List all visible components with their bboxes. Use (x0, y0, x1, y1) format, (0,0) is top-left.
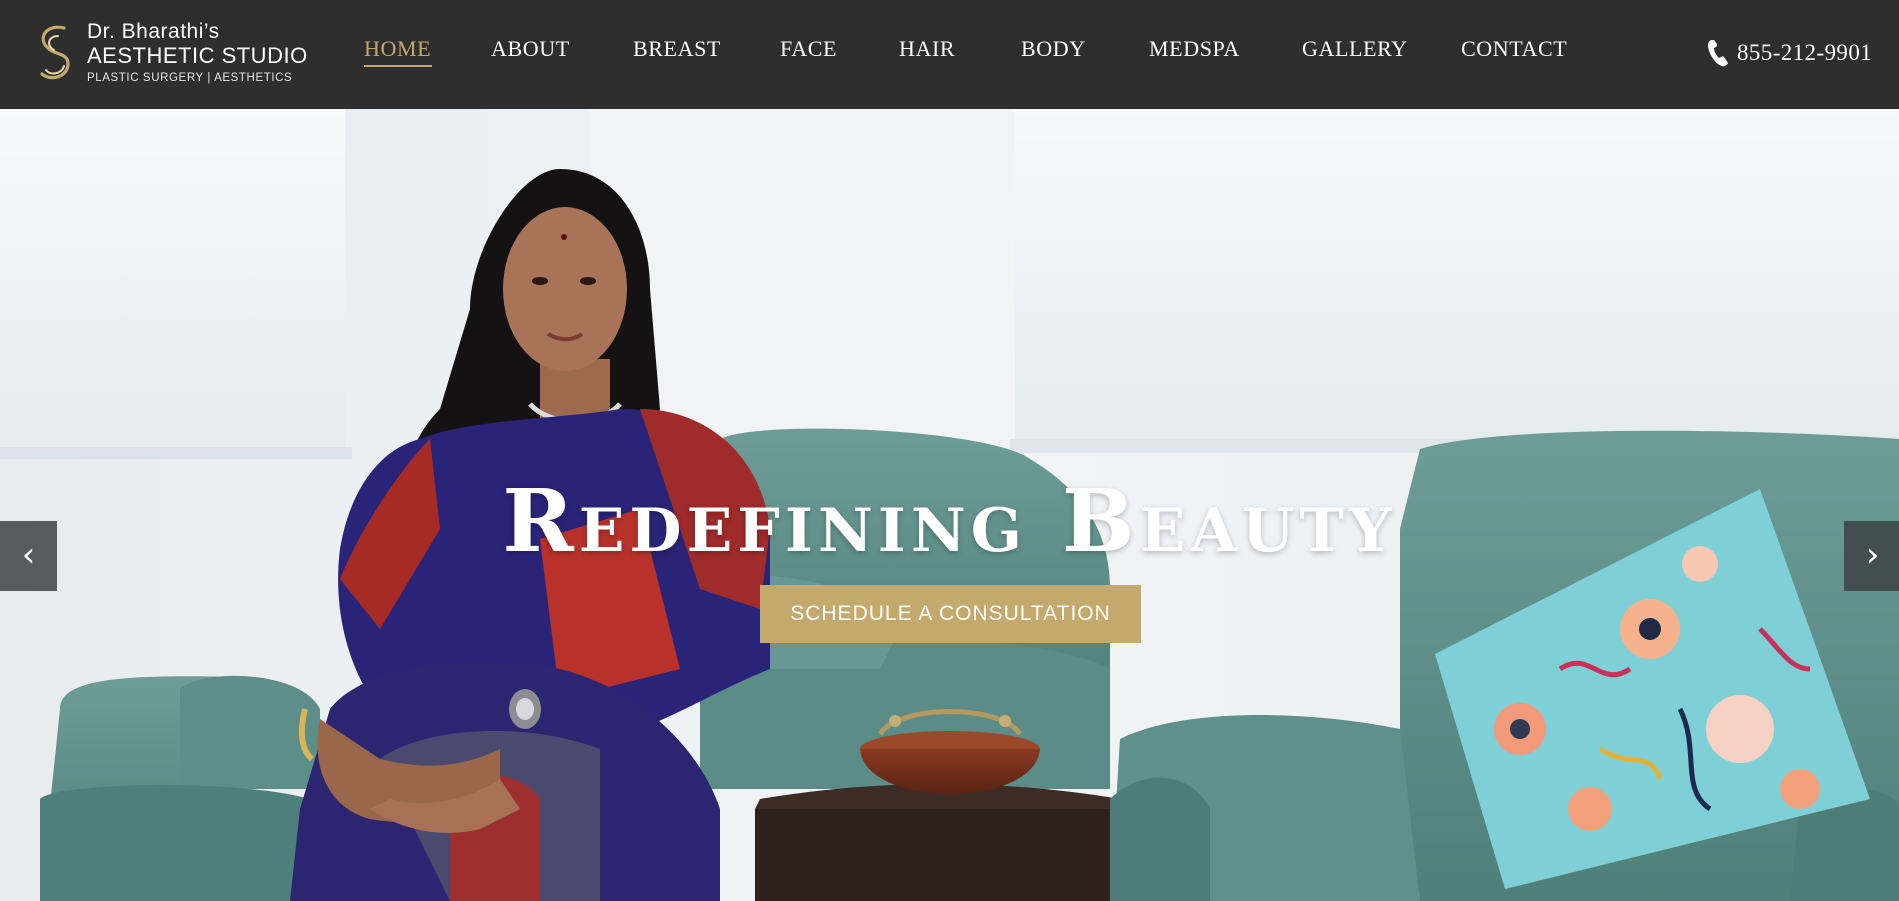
hero-slider: Redefining Beauty SCHEDULE A CONSULTATIO… (0, 109, 1899, 901)
slider-next-button[interactable]: › (1844, 521, 1899, 591)
brand-tagline: PLASTIC SURGERY | AESTHETICS (87, 72, 293, 84)
nav-item-home[interactable]: HOME (364, 35, 431, 63)
nav-item-breast[interactable]: BREAST (633, 35, 721, 63)
hero-headline: Redefining Beauty (502, 471, 1397, 572)
nav-item-about[interactable]: ABOUT (491, 35, 570, 63)
nav-item-hair[interactable]: HAIR (899, 35, 955, 63)
main-nav: HOME ABOUT BREAST FACE HAIR BODY MEDSPA … (0, 35, 1899, 69)
nav-item-face[interactable]: FACE (780, 35, 837, 63)
chevron-right-icon: › (1865, 535, 1880, 575)
site-header: Dr. Bharathi’s AESTHETIC STUDIO PLASTIC … (0, 0, 1899, 109)
nav-item-contact[interactable]: CONTACT (1461, 35, 1567, 63)
nav-item-medspa[interactable]: MEDSPA (1149, 35, 1240, 63)
slider-prev-button[interactable]: ‹ (0, 521, 57, 591)
nav-item-gallery[interactable]: GALLERY (1302, 35, 1408, 63)
chevron-left-icon: ‹ (21, 535, 36, 575)
phone-icon (1708, 40, 1728, 67)
nav-item-body[interactable]: BODY (1021, 35, 1086, 63)
phone-number: 855-212-9901 (1737, 40, 1873, 65)
schedule-consultation-button[interactable]: SCHEDULE A CONSULTATION (760, 585, 1141, 643)
active-nav-indicator (364, 65, 432, 67)
